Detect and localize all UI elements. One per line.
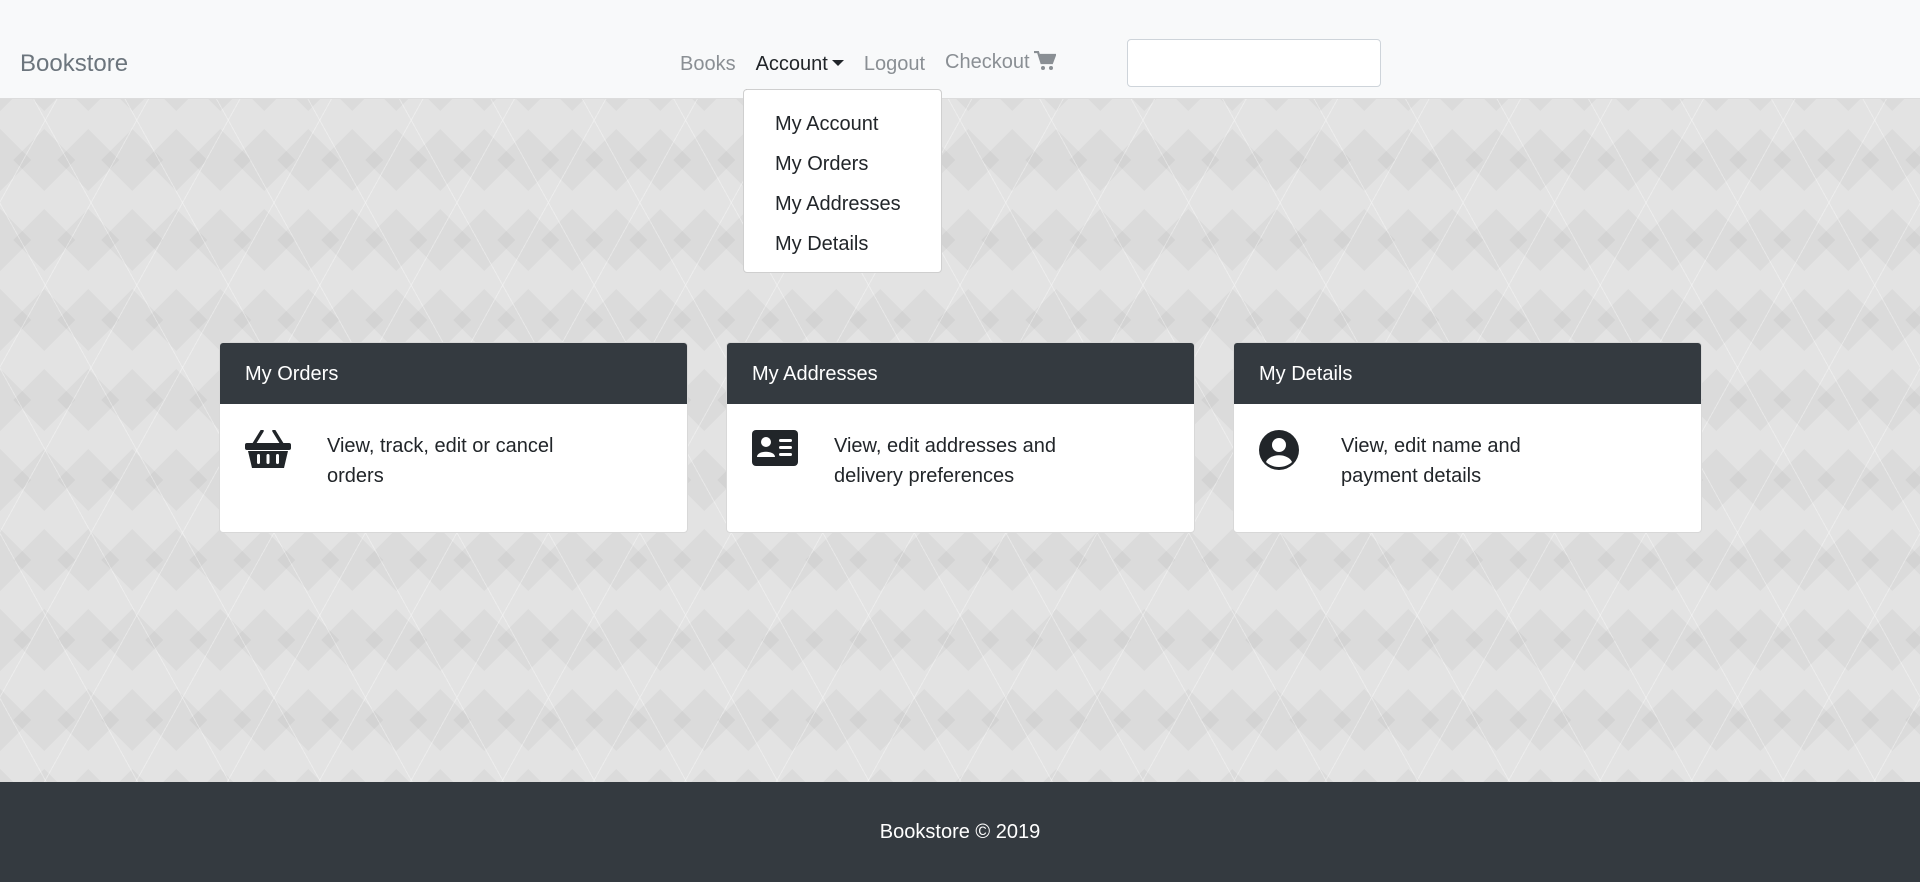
dropdown-item-my-details[interactable]: My Details (744, 224, 941, 264)
card-title: My Addresses (727, 343, 1194, 404)
basket-icon (245, 429, 291, 475)
card-title: My Details (1234, 343, 1701, 404)
nav-logout-link[interactable]: Logout (864, 53, 925, 76)
cart-icon (1033, 50, 1057, 77)
dropdown-item-my-addresses[interactable]: My Addresses (744, 184, 941, 224)
search-input[interactable] (1127, 39, 1381, 87)
card-my-details[interactable]: My Details View, edit name and payment d… (1233, 342, 1702, 533)
nav-checkout-label: Checkout (945, 51, 1030, 73)
account-dropdown-menu: My Account My Orders My Addresses My Det… (743, 89, 942, 273)
card-description: View, edit name and payment details (1341, 435, 1521, 487)
dropdown-item-my-orders[interactable]: My Orders (744, 144, 941, 184)
card-description: View, track, edit or cancel orders (327, 435, 554, 487)
card-body: View, track, edit or cancel orders (220, 404, 687, 532)
nav-checkout-link[interactable]: Checkout (945, 50, 1057, 77)
card-description: View, edit addresses and delivery prefer… (834, 435, 1057, 487)
dropdown-item-my-account[interactable]: My Account (744, 104, 941, 144)
card-title: My Orders (220, 343, 687, 404)
card-body: View, edit addresses and delivery prefer… (727, 404, 1194, 532)
address-card-icon (752, 430, 798, 471)
caret-down-icon (831, 59, 844, 66)
top-navbar: Bookstore Books Account Logout Checkout (0, 0, 1920, 99)
card-my-orders[interactable]: My Orders View, track, edit or cancel or… (219, 342, 688, 533)
user-circle-icon (1259, 430, 1299, 475)
nav-account-label: Account (755, 52, 828, 75)
card-body: View, edit name and payment details (1234, 404, 1701, 532)
card-my-addresses[interactable]: My Addresses View, edit addresses and de… (726, 342, 1195, 533)
nav-account-dropdown-toggle[interactable]: Account (745, 52, 855, 90)
footer-text: Bookstore © 2019 (879, 821, 1041, 843)
brand-link[interactable]: Bookstore (20, 50, 128, 78)
nav-links: Books Account Logout Checkout (680, 50, 1076, 90)
page-footer: Bookstore © 2019 (0, 782, 1920, 882)
nav-books-link[interactable]: Books (680, 53, 736, 76)
